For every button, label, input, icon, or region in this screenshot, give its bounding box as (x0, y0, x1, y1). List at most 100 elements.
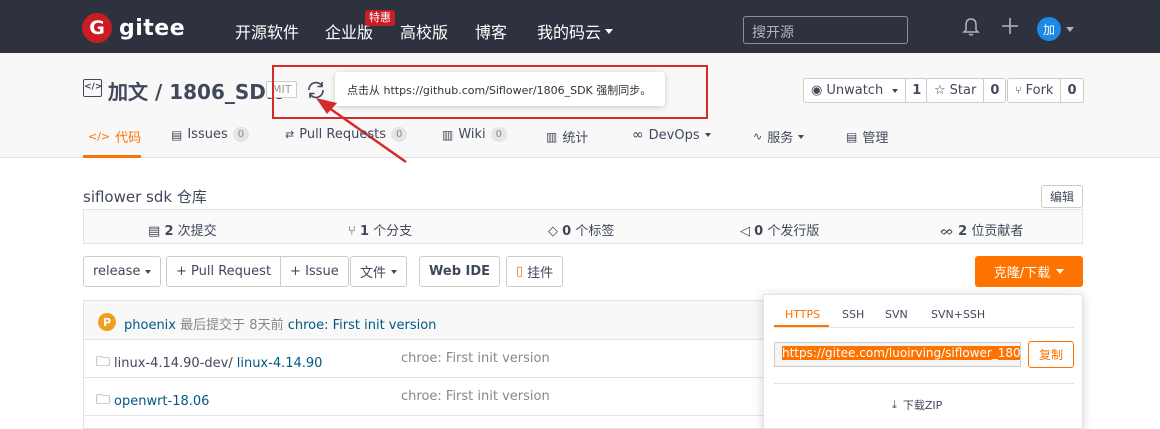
star-count[interactable]: 0 (983, 79, 1005, 102)
chevron-down-icon (1056, 269, 1065, 274)
clone-tab-ssh[interactable]: SSH (842, 308, 864, 321)
fork-label: Fork (1025, 83, 1054, 98)
branch-select[interactable]: release (83, 256, 162, 287)
promo-badge: 特惠 (365, 10, 395, 26)
file-link[interactable]: openwrt-18.06 (114, 394, 209, 409)
clone-tab-svn-ssh[interactable]: SVN+SSH (931, 308, 985, 321)
commit-author[interactable]: phoenix (124, 318, 176, 333)
fork-count[interactable]: 0 (1060, 79, 1082, 102)
stat-commits-label: 次提交 (177, 224, 217, 239)
unwatch-button[interactable]: ◉ Unwatch 1 (803, 78, 929, 103)
stat-tags-num: 0 (562, 224, 572, 239)
clone-active-tab-indicator (774, 325, 829, 327)
send-icon: ◁ (740, 224, 750, 239)
bookmark-icon: ▯ (516, 264, 524, 279)
stat-releases-num: 0 (754, 224, 764, 239)
stat-releases-label: 个发行版 (767, 224, 820, 239)
file-commit-message[interactable]: chroe: First init version (401, 351, 550, 366)
nav-item-education[interactable]: 高校版 (400, 19, 448, 43)
new-pull-request-button[interactable]: + Pull Request (167, 257, 280, 286)
tab-stats[interactable]: ▥ 统计 (546, 127, 589, 147)
chevron-down-icon (704, 133, 711, 137)
clone-url-text: https://gitee.com/luoirving/siflower_180… (782, 346, 1020, 360)
nav-item-blog[interactable]: 博客 (475, 19, 507, 43)
stat-branches[interactable]: ⑂ 1 个分支 (348, 220, 412, 239)
tab-stats-label: 统计 (562, 131, 589, 146)
tab-pull-requests-label: Pull Requests (299, 127, 387, 142)
stat-commits[interactable]: ▤ 2 次提交 (148, 220, 217, 239)
star-button[interactable]: ☆ Star 0 (926, 78, 1007, 103)
tab-pull-requests-count: 0 (391, 127, 408, 142)
user-avatar[interactable]: 加 (1037, 17, 1061, 41)
tab-manage-label: 管理 (862, 131, 889, 146)
stat-tags[interactable]: ◇ 0 个标签 (548, 220, 614, 239)
download-zip-button[interactable]: ⤓ 下载ZIP (892, 397, 942, 413)
tab-pull-requests[interactable]: ⇄ Pull Requests 0 (285, 127, 408, 142)
watch-count[interactable]: 1 (905, 79, 927, 102)
clone-tab-svn[interactable]: SVN (885, 308, 908, 321)
file-link[interactable]: linux-4.14.90 (237, 356, 323, 371)
stat-branches-num: 1 (359, 224, 369, 239)
tab-wiki[interactable]: ▥ Wiki 0 (442, 127, 508, 142)
copy-button[interactable]: 复制 (1028, 341, 1074, 368)
fork-icon: ⑂ (1015, 84, 1022, 97)
clone-divider (774, 383, 1074, 384)
repo-code-icon: </> (83, 79, 102, 97)
nav-item-open-source[interactable]: 开源软件 (235, 19, 299, 43)
wiki-icon: ▥ (442, 127, 454, 142)
web-ide-button[interactable]: Web IDE (419, 256, 501, 287)
active-tab-indicator (83, 155, 141, 158)
commit-time: 8天前 (249, 318, 284, 333)
file-menu-button[interactable]: 文件 (350, 256, 408, 287)
file-commit-message[interactable]: chroe: First init version (401, 389, 550, 404)
commit-message[interactable]: chroe: First init version (288, 318, 437, 333)
pull-request-icon: ⇄ (285, 128, 295, 141)
commit-prefix: 最后提交于 (180, 318, 246, 333)
stats-bar: ▤ 2 次提交 ⑂ 1 个分支 ◇ 0 个标签 ◁ 0 个发行版 ᨖ 2 位贡献… (83, 209, 1083, 244)
tab-issues[interactable]: ▤ Issues 0 (171, 127, 250, 142)
pin-button[interactable]: ▯ 挂件 (506, 256, 564, 287)
tab-devops[interactable]: ∞ DevOps (632, 127, 711, 143)
clone-tab-https[interactable]: HTTPS (785, 308, 820, 321)
eye-icon: ◉ (811, 83, 823, 98)
tab-devops-label: DevOps (648, 127, 700, 143)
commit-author-avatar[interactable]: P (98, 313, 116, 331)
clone-download-button[interactable]: 克隆/下载 (975, 256, 1083, 287)
bell-icon[interactable] (962, 17, 980, 41)
tab-services-label: 服务 (767, 131, 794, 146)
annotation-box (272, 65, 708, 119)
tag-icon: ◇ (548, 224, 558, 239)
star-label: Star (949, 83, 977, 98)
download-icon: ⤓ (892, 398, 897, 411)
file-name[interactable]: 🗀 openwrt-18.06 (96, 389, 209, 413)
clone-url-input[interactable]: https://gitee.com/luoirving/siflower_180… (774, 342, 1021, 367)
logo-text: gitee (119, 15, 186, 41)
infinity-icon: ∞ (632, 127, 644, 143)
edit-button[interactable]: 编辑 (1041, 185, 1083, 208)
tab-wiki-count: 0 (490, 127, 508, 142)
code-icon: </> (88, 130, 111, 143)
nav-item-my-gitee[interactable]: 我的码云 (537, 19, 614, 43)
plus-icon[interactable] (1000, 16, 1020, 40)
tab-services[interactable]: ∿ 服务 (753, 127, 805, 146)
clone-download-label: 克隆/下载 (993, 266, 1051, 281)
chevron-down-icon (892, 88, 899, 93)
chevron-down-icon[interactable] (1066, 27, 1074, 32)
stat-contributors[interactable]: ᨖ 2 位贡献者 (940, 220, 1023, 239)
pr-issue-group: + Pull Request + Issue (166, 256, 349, 287)
chevron-down-icon (391, 269, 398, 274)
star-icon: ☆ (934, 83, 946, 98)
branch-icon: ⑂ (348, 224, 356, 239)
search-input[interactable]: 搜开源 (743, 16, 908, 44)
repo-title[interactable]: 加文 / 1806_SDK (108, 76, 281, 105)
tab-manage[interactable]: ▤ 管理 (846, 127, 889, 147)
clone-tabs-divider (774, 327, 1074, 328)
file-name[interactable]: 🗀 linux-4.14.90-dev/linux-4.14.90 (96, 351, 322, 375)
tab-code[interactable]: </> 代码 (88, 127, 141, 146)
stat-releases[interactable]: ◁ 0 个发行版 (740, 220, 819, 239)
download-zip-label: 下载ZIP (902, 399, 943, 412)
gitee-logo[interactable]: G gitee (82, 13, 185, 43)
fork-button[interactable]: ⑂ Fork 0 (1007, 78, 1084, 103)
tab-issues-label: Issues (187, 127, 228, 142)
new-issue-button[interactable]: + Issue (280, 257, 348, 286)
